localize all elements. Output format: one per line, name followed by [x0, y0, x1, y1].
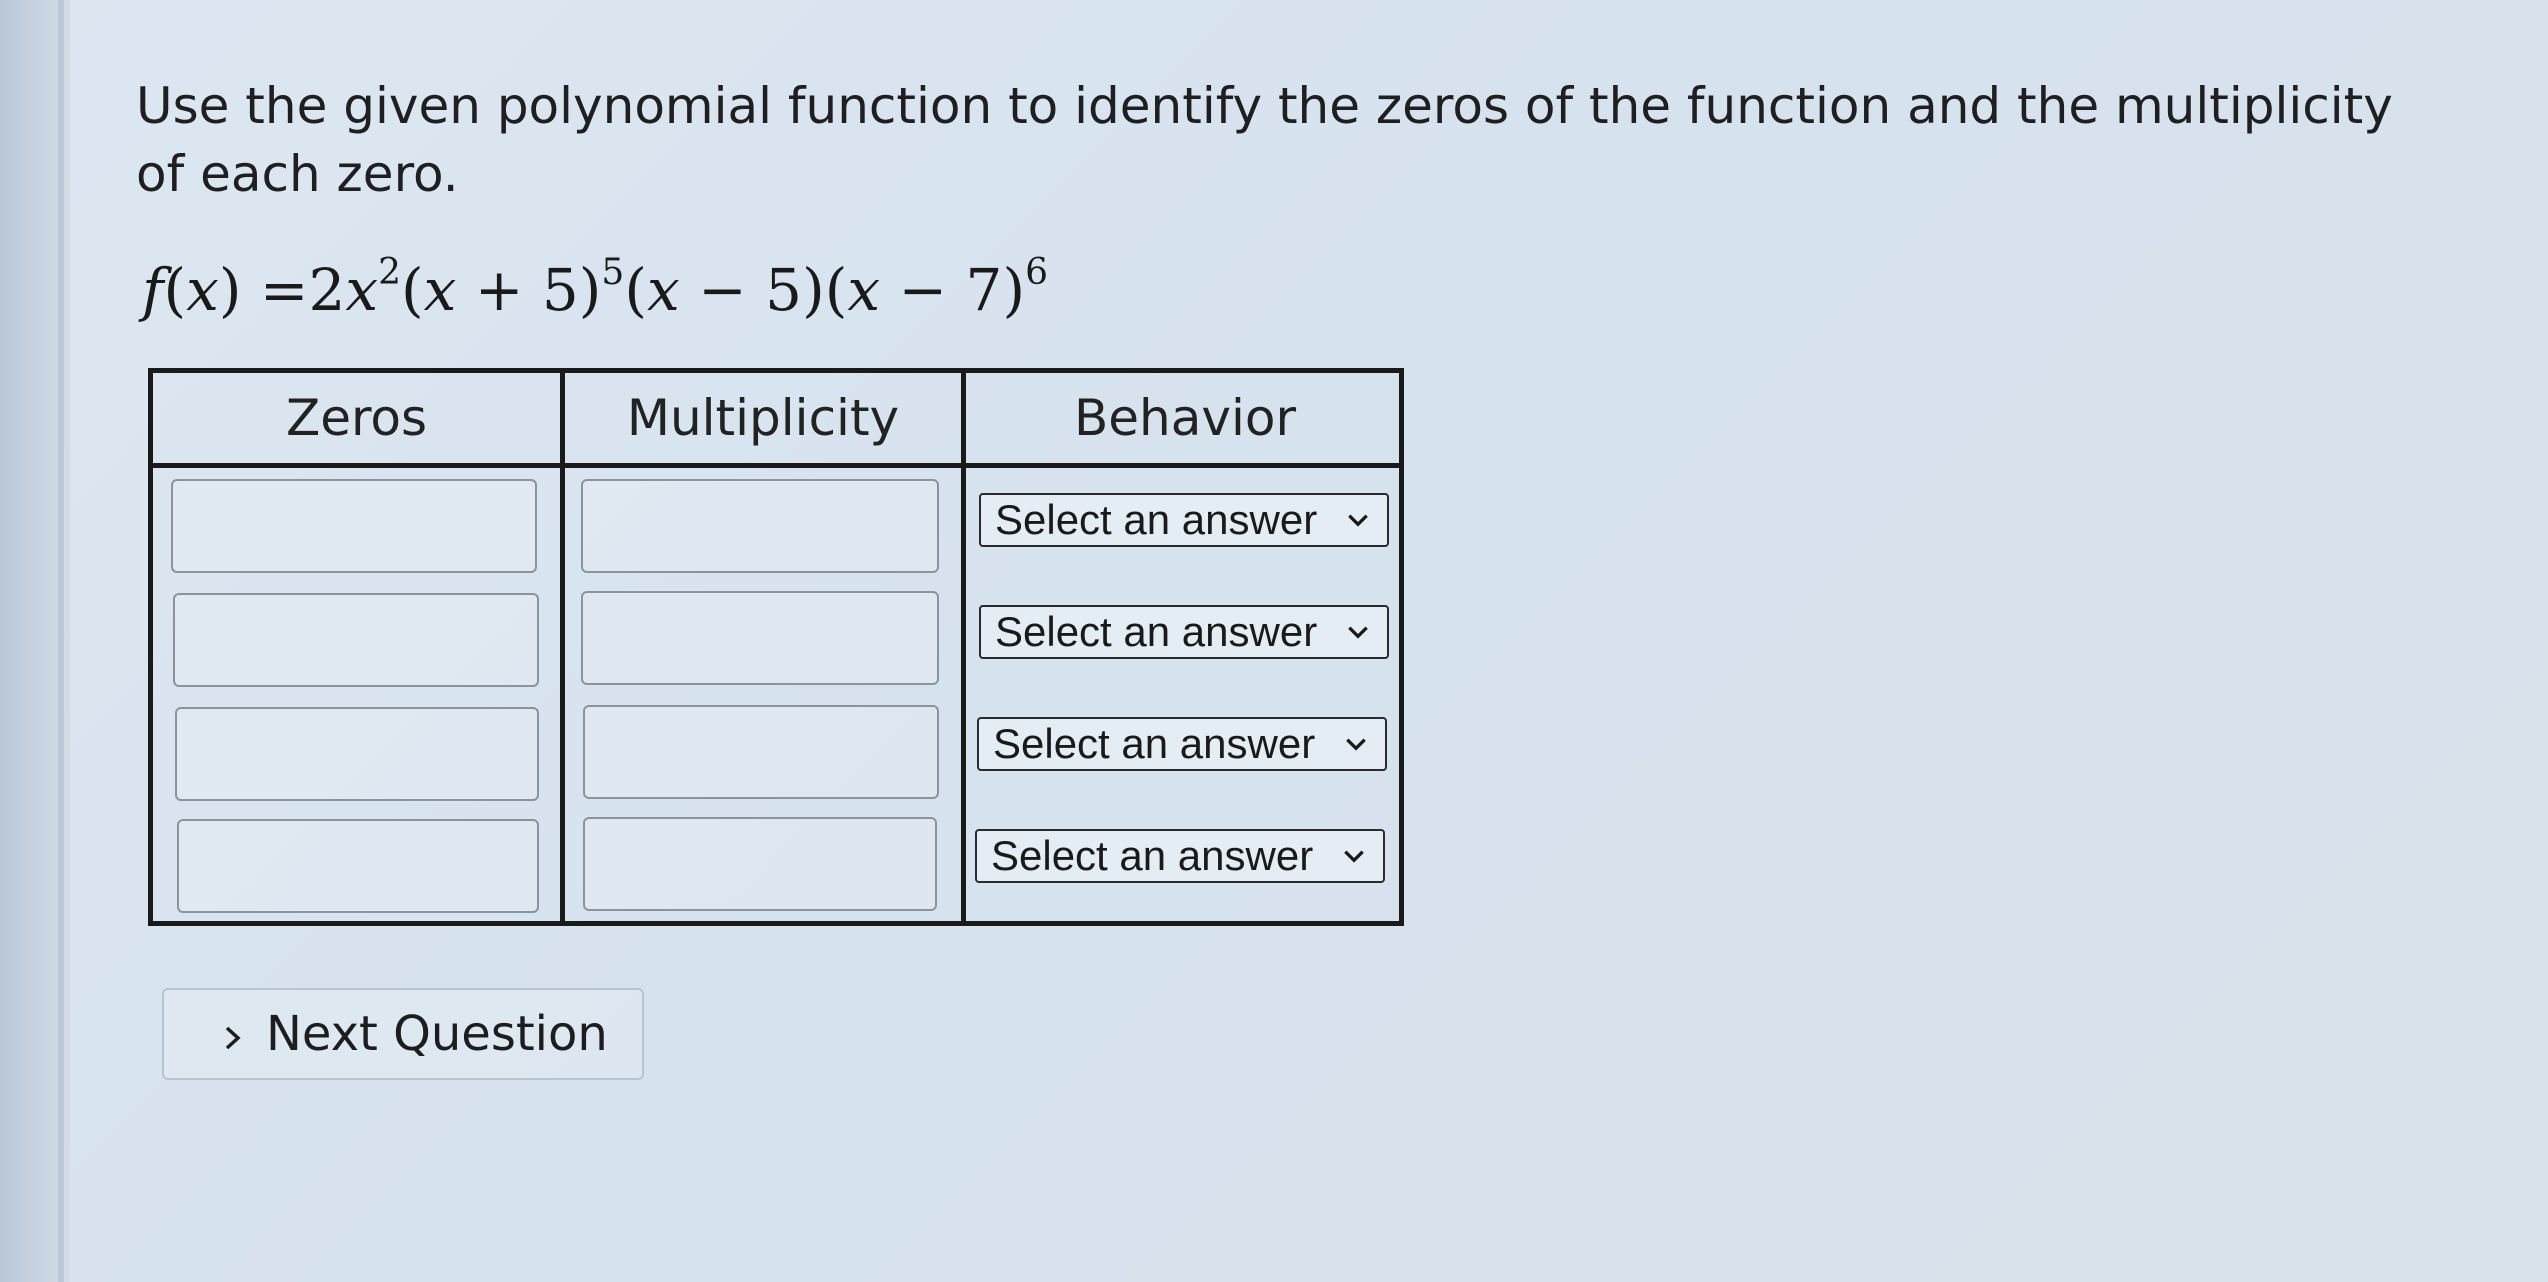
behavior-select-4[interactable]: Select an answer	[975, 829, 1385, 883]
chevron-down-icon	[1344, 850, 1364, 863]
answer-table: Zeros Multiplicity Behavior Select an an…	[148, 368, 1404, 926]
formula-variable: x	[646, 256, 680, 324]
formula-function-name: f	[142, 256, 164, 324]
multiplicity-input-2[interactable]	[581, 591, 939, 685]
formula-exponent-2: 5	[601, 251, 625, 293]
screen-edge-line	[58, 0, 64, 1282]
behavior-select-value: Select an answer	[995, 496, 1318, 543]
formula-variable: x	[186, 256, 219, 324]
formula-variable: x	[423, 256, 457, 324]
formula-variable: x	[345, 256, 379, 324]
formula-exponent-4: 6	[1025, 251, 1048, 293]
zero-input-1[interactable]	[171, 479, 537, 573]
formula-exponent-1: 2	[378, 251, 402, 293]
formula-constant-3: 5	[765, 256, 803, 324]
multiplicity-input-4[interactable]	[583, 817, 937, 911]
formula-coefficient: 2	[308, 256, 346, 324]
header-behavior: Behavior	[1073, 389, 1297, 447]
behavior-select-3[interactable]: Select an answer	[977, 717, 1387, 771]
formula-constant-4: 7	[965, 256, 1003, 324]
header-multiplicity: Multiplicity	[626, 389, 900, 447]
chevron-down-icon	[1348, 626, 1368, 639]
polynomial-formula: f(x) =2x2(x + 5)5(x − 5)(x − 7)6	[142, 251, 1048, 324]
zero-input-4[interactable]	[177, 819, 539, 913]
chevron-down-icon	[1346, 738, 1366, 751]
behavior-select-value: Select an answer	[995, 608, 1318, 655]
behavior-select-1[interactable]: Select an answer	[979, 493, 1389, 547]
formula-variable: x	[847, 256, 881, 324]
next-question-button[interactable]: Next Question	[162, 988, 644, 1080]
behavior-select-2[interactable]: Select an answer	[979, 605, 1389, 659]
multiplicity-input-1[interactable]	[581, 479, 939, 573]
multiplicity-input-3[interactable]	[583, 705, 939, 799]
zero-input-3[interactable]	[175, 707, 539, 801]
behavior-select-value: Select an answer	[991, 832, 1314, 879]
question-prompt: Use the given polynomial function to ide…	[136, 77, 2393, 203]
next-question-label: Next Question	[266, 1006, 608, 1062]
zero-input-2[interactable]	[173, 593, 539, 687]
table-header-divider	[153, 463, 1399, 468]
header-zeros: Zeros	[285, 389, 428, 447]
formula-constant-2: 5	[541, 256, 579, 324]
chevron-right-icon	[225, 1026, 241, 1050]
chevron-down-icon	[1348, 514, 1368, 527]
behavior-select-value: Select an answer	[993, 720, 1316, 767]
